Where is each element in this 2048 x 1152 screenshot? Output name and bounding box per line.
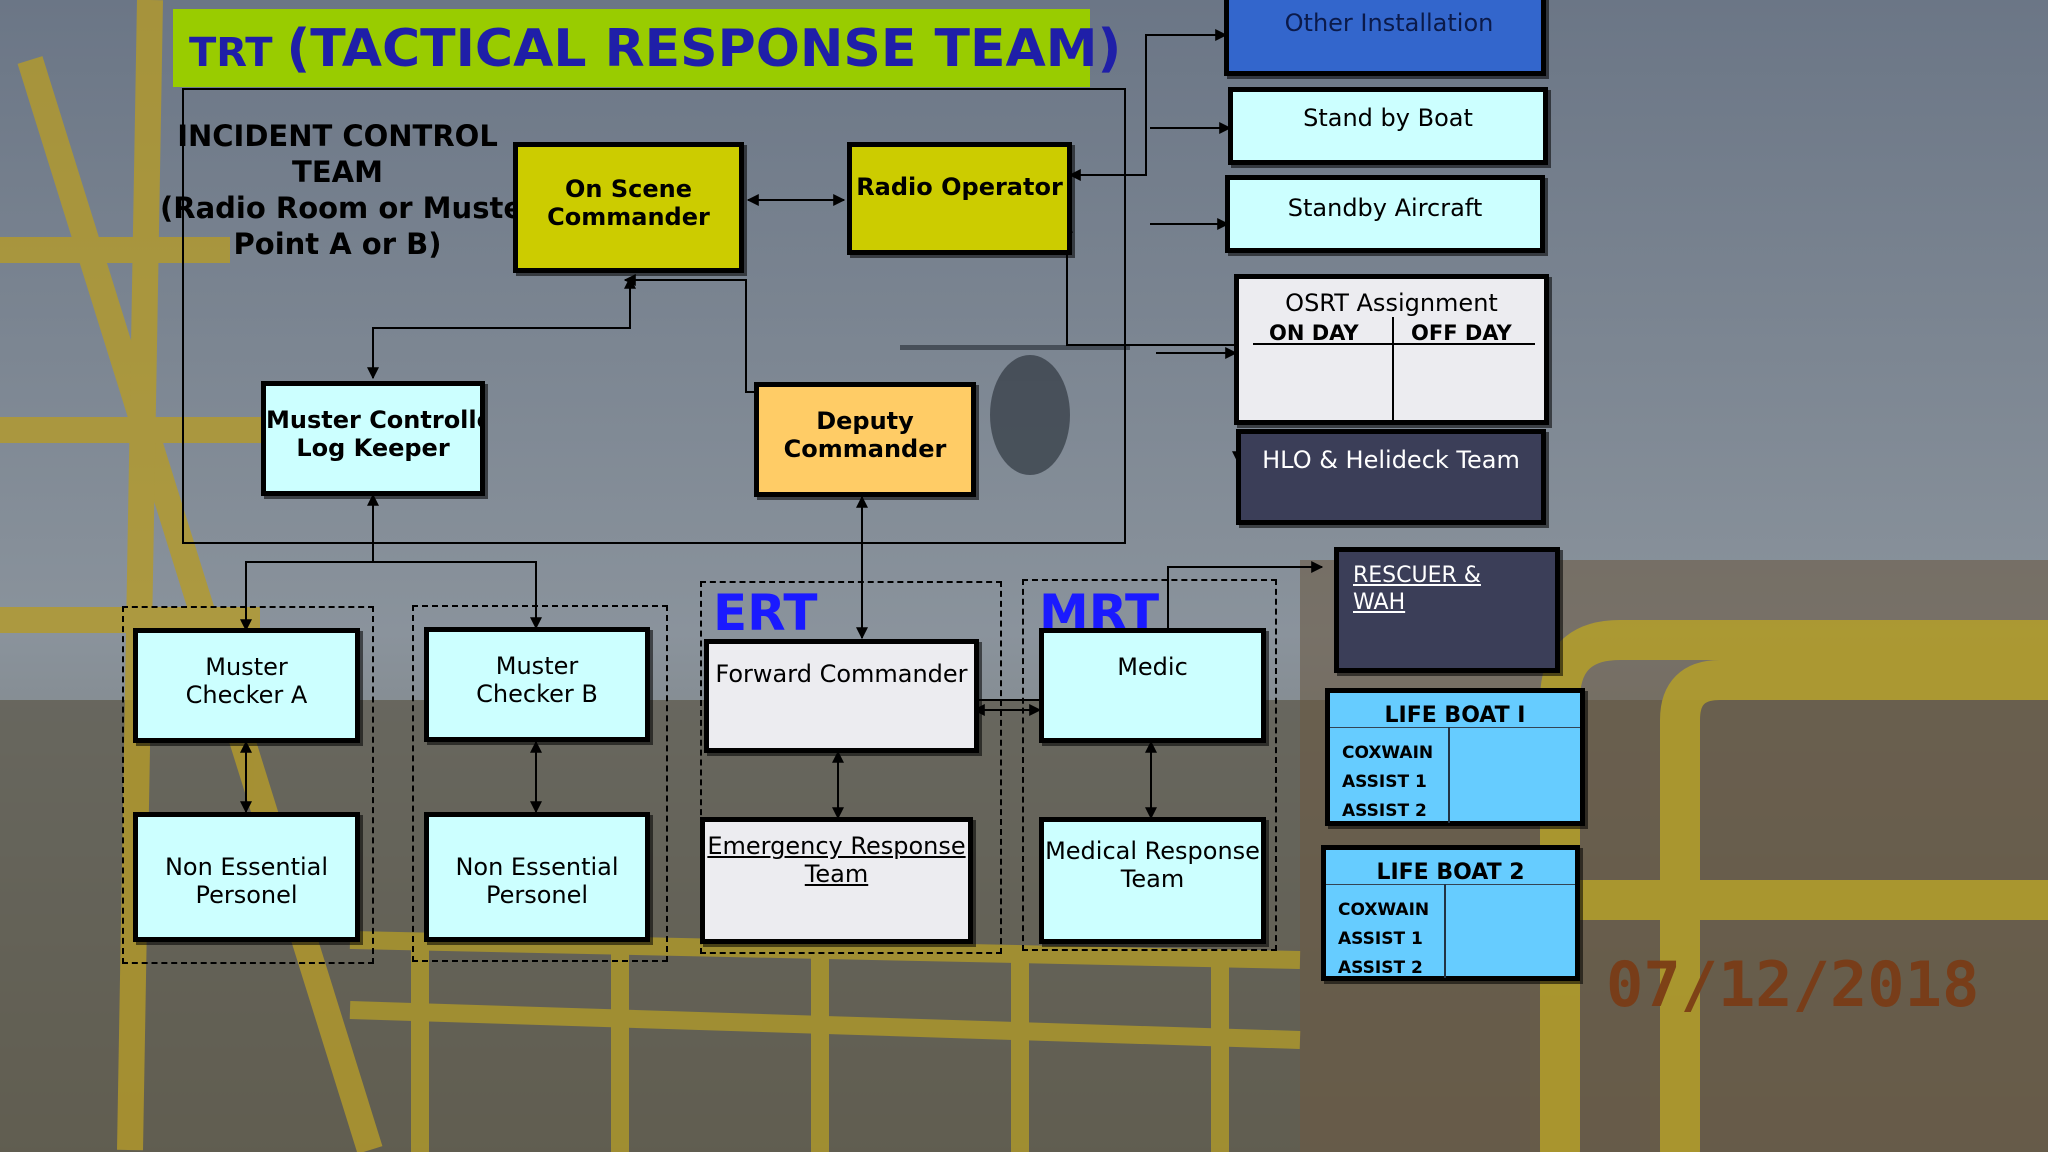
- osrt-col-on-day: ON DAY: [1269, 321, 1359, 345]
- link-radio-other: [1068, 29, 1228, 181]
- osrt-assignment-box: OSRT Assignment ON DAY OFF DAY: [1234, 274, 1549, 425]
- life-boat-1-role-2: ASSIST 1: [1342, 772, 1427, 792]
- standby-aircraft-box: Standby Aircraft: [1225, 175, 1545, 253]
- hlo-helideck-box: HLO & Helideck Team: [1236, 429, 1546, 525]
- life-boat-1-role-3: ASSIST 2: [1342, 801, 1427, 821]
- life-boat-2-role-2: ASSIST 1: [1338, 929, 1423, 949]
- other-installation-box: Other Installation: [1224, 0, 1546, 76]
- life-boat-2-box: LIFE BOAT 2 COXWAIN ASSIST 1 ASSIST 2: [1321, 845, 1580, 981]
- life-boat-1-divider: [1448, 727, 1450, 823]
- osrt-col-off-day: OFF DAY: [1411, 321, 1512, 345]
- link-onscene-deputy: [623, 274, 868, 398]
- muster-checker-b-box: Muster Checker B: [424, 627, 650, 742]
- link-to-checker-b: [373, 561, 542, 630]
- non-essential-a-box: Non Essential Personel: [133, 812, 360, 942]
- link-onscene-mustercontroller: [367, 276, 636, 380]
- forward-commander-box: Forward Commander: [704, 639, 979, 753]
- deputy-commander-box: Deputy Commander: [754, 382, 976, 497]
- life-boat-1-title: LIFE BOAT I: [1384, 703, 1526, 728]
- non-essential-b-box: Non Essential Personel: [424, 812, 650, 942]
- osrt-title: OSRT Assignment: [1285, 289, 1498, 317]
- life-boat-2-title: LIFE BOAT 2: [1376, 860, 1525, 885]
- emergency-response-team-box: Emergency Response Team: [700, 817, 973, 944]
- medic-box: Medic: [1039, 628, 1266, 743]
- life-boat-1-box: LIFE BOAT I COXWAIN ASSIST 1 ASSIST 2: [1325, 688, 1585, 826]
- life-boat-2-role-3: ASSIST 2: [1338, 958, 1423, 978]
- life-boat-1-role-1: COXWAIN: [1342, 743, 1434, 763]
- radio-operator-box: Radio Operator: [847, 142, 1072, 255]
- life-boat-2-role-1: COXWAIN: [1338, 900, 1430, 920]
- date-stamp: 07/12/2018: [1606, 948, 1980, 1021]
- life-boat-1-title-line: [1330, 727, 1580, 728]
- link-to-checker-a: [240, 561, 373, 632]
- muster-controller-box: Muster Controller / Log Keeper: [261, 381, 485, 496]
- muster-checker-a-box: Muster Checker A: [133, 628, 360, 743]
- rescuer-wah-box: RESCUER & WAH: [1334, 547, 1560, 673]
- life-boat-2-title-line: [1326, 884, 1575, 885]
- medical-response-team-box: Medical Response Team: [1039, 817, 1266, 944]
- osrt-column-divider: [1392, 317, 1394, 425]
- on-scene-commander-box: On Scene Commander: [513, 142, 744, 273]
- life-boat-2-divider: [1444, 884, 1446, 978]
- standby-boat-box: Stand by Boat: [1228, 87, 1548, 165]
- link-radio-osrt: [1061, 220, 1236, 346]
